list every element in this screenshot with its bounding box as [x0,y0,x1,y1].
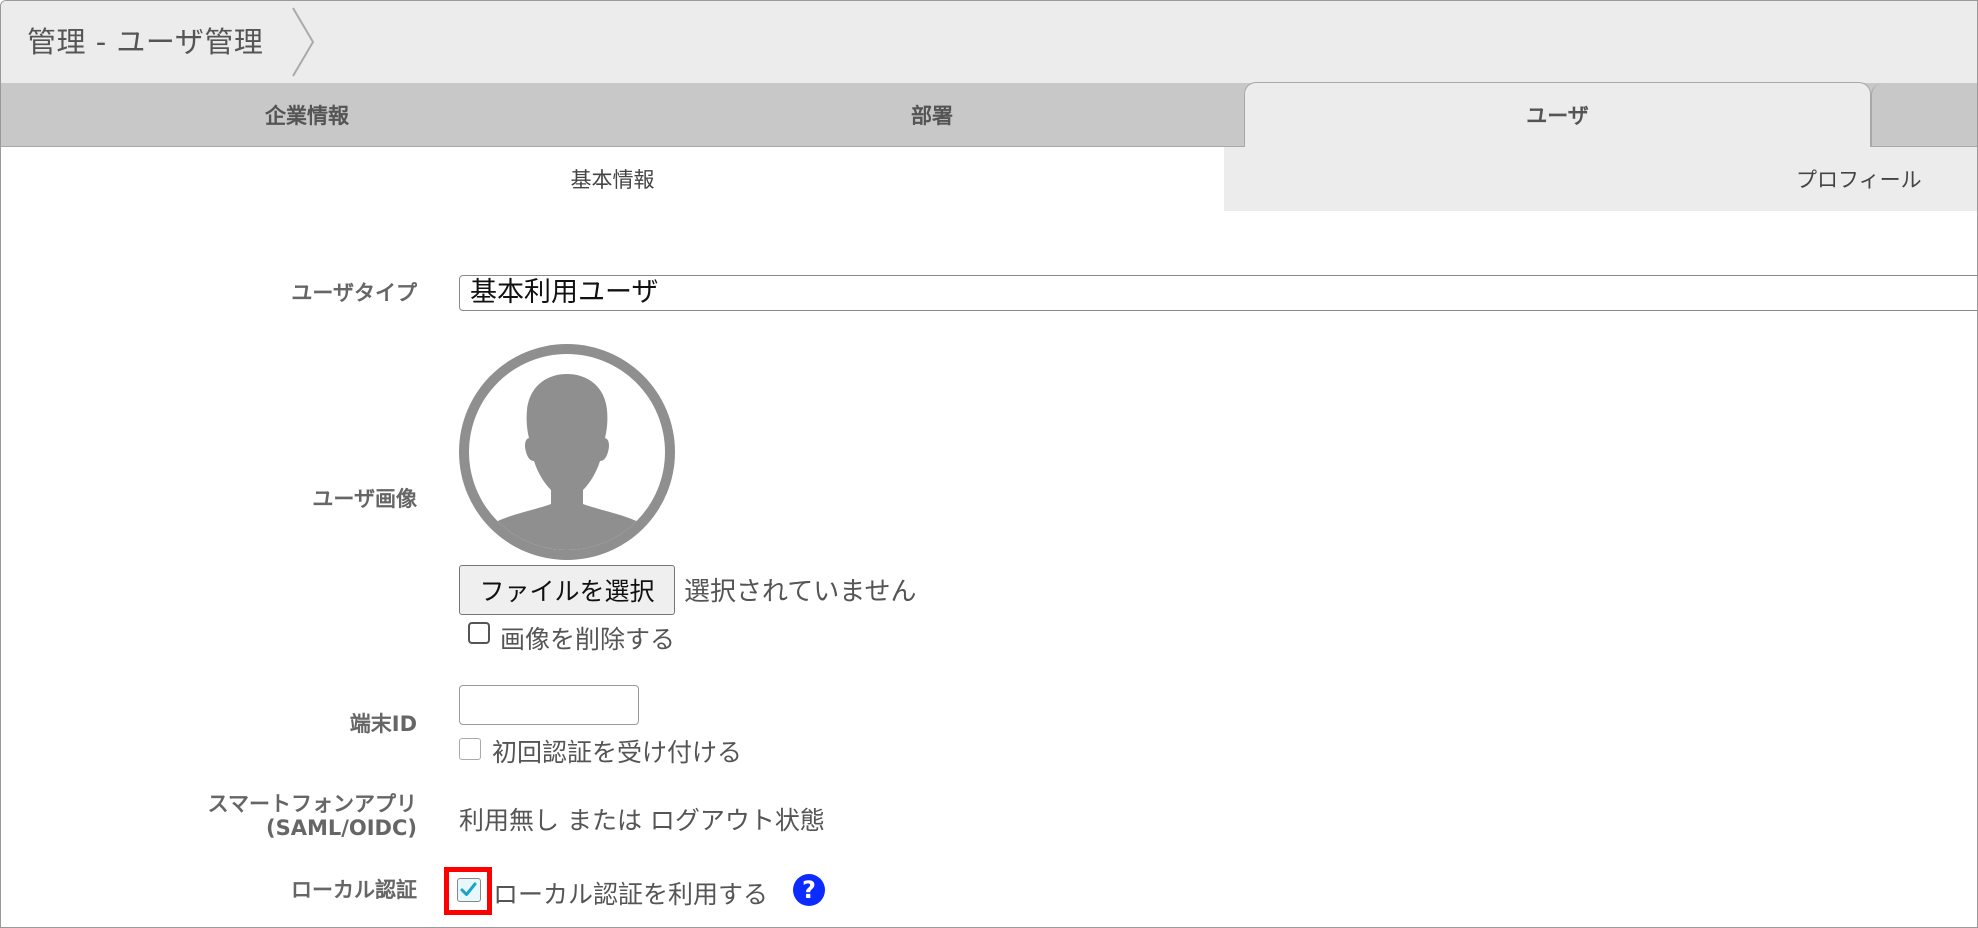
local-auth-checkbox[interactable] [457,878,481,902]
device-id-label: 端末ID [349,712,417,736]
file-status-text: 選択されていません [684,577,917,607]
breadcrumb-arrow-icon [292,7,315,77]
smartphone-app-label: スマートフォンアプリ (SAML/OIDC) [208,792,417,840]
local-auth-checkbox-label: ローカル認証を利用する [493,880,769,909]
user-image-label: ユーザ画像 [312,487,417,511]
page-frame: 管理 - ユーザ管理 企業情報 部署 ユーザ 基本情報 プロフィール ユーザタイ… [0,0,1978,928]
smartphone-app-status: 利用無し または ログアウト状態 [459,806,825,835]
check-mark-icon [460,882,477,896]
tab-bar-filler [1871,83,1977,146]
choose-file-button[interactable]: ファイルを選択 [459,565,675,615]
local-auth-label: ローカル認証 [291,878,417,902]
accept-first-auth-label: 初回認証を受け付ける [492,738,743,767]
tab-company-info[interactable]: 企業情報 [1,83,613,146]
breadcrumb-header: 管理 - ユーザ管理 [1,1,1977,84]
subtab-label: 基本情報 [570,168,655,192]
subtab-basic-info[interactable]: 基本情報 [1,147,1224,211]
default-user-avatar-icon [459,344,675,560]
subtab-profile[interactable]: プロフィール [1224,147,1977,211]
delete-image-label: 画像を削除する [500,625,676,654]
tab-label: ユーザ [1526,104,1589,128]
sub-tab-bar: 基本情報 プロフィール [1,147,1977,211]
question-mark-icon[interactable]: ? [793,874,825,906]
user-type-select[interactable]: 基本利用ユーザ [459,275,1977,311]
tab-label: 部署 [911,103,953,128]
delete-image-checkbox[interactable] [468,622,490,644]
main-tab-bar: 企業情報 部署 ユーザ [1,82,1977,147]
tab-label: 企業情報 [265,103,349,128]
user-type-label: ユーザタイプ [291,281,417,305]
smartphone-app-label-line1: スマートフォンアプリ [207,792,417,816]
accept-first-auth-checkbox[interactable] [459,738,481,760]
smartphone-app-label-line2: (SAML/OIDC) [265,816,417,840]
tab-department[interactable]: 部署 [613,83,1251,146]
device-id-input[interactable] [459,685,639,725]
breadcrumb: 管理 - ユーザ管理 [27,25,264,59]
subtab-label: プロフィール [1796,168,1922,192]
tab-user[interactable]: ユーザ [1244,82,1871,147]
